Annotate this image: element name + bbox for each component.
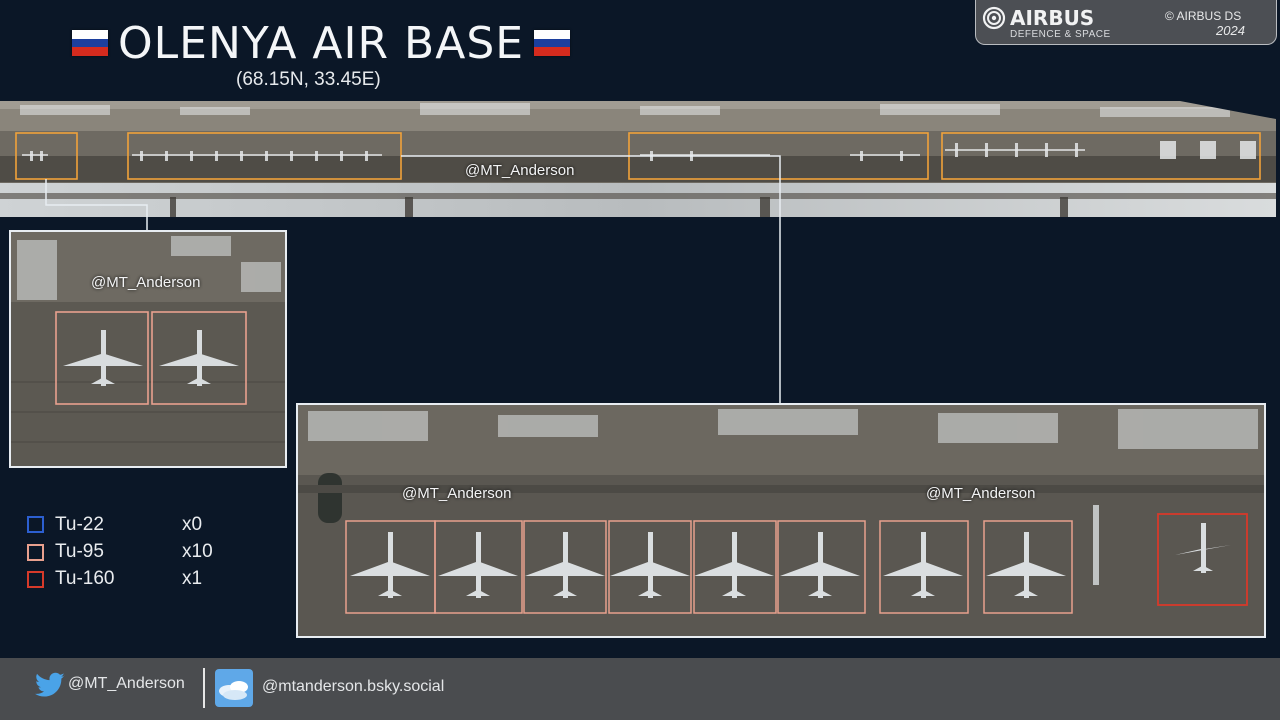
highlight-box (127, 132, 402, 180)
zoom-main-imagery (298, 405, 1264, 636)
legend-label-tu22: Tu-22 (55, 514, 104, 535)
highlight-box (941, 132, 1261, 180)
watermark-main-1: @MT_Anderson (402, 485, 512, 502)
legend-swatch-tu160 (27, 571, 44, 588)
bluesky-handle[interactable]: @mtanderson.bsky.social (262, 678, 444, 696)
watermark-main-2: @MT_Anderson (926, 485, 1036, 502)
footer-bar (0, 658, 1280, 720)
leader-line-left (45, 179, 148, 230)
legend-count-tu22: x0 (182, 514, 203, 535)
legend-count-tu160: x1 (182, 568, 203, 589)
footer-divider (203, 668, 205, 708)
legend-swatch-tu95 (27, 544, 44, 561)
twitter-bird-icon[interactable] (34, 672, 66, 700)
legend-count-tu95: x10 (182, 541, 213, 562)
zoom-panel-main: @MT_Anderson @MT_Anderson (296, 403, 1266, 638)
zoom-left-imagery (11, 232, 285, 466)
highlight-box (15, 132, 78, 180)
legend-label-tu95: Tu-95 (55, 541, 104, 562)
legend-swatch-tu22 (27, 516, 44, 533)
bluesky-avatar-icon[interactable] (215, 669, 253, 707)
twitter-handle[interactable]: @MT_Anderson (68, 675, 185, 693)
watermark-left-panel: @MT_Anderson (91, 274, 201, 291)
leader-line-main (401, 155, 781, 403)
legend-label-tu160: Tu-160 (55, 568, 115, 589)
watermark-strip: @MT_Anderson (465, 162, 575, 179)
zoom-panel-left: @MT_Anderson (9, 230, 287, 468)
